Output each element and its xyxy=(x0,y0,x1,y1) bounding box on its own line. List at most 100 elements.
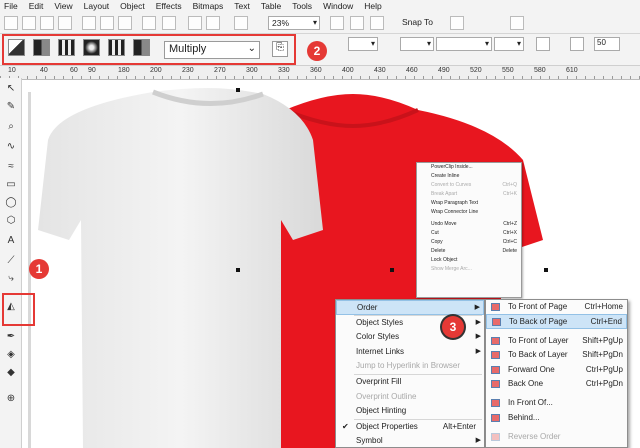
menu-object[interactable]: Object xyxy=(120,1,145,11)
context-menu-item[interactable]: Copy Ctrl+C xyxy=(417,238,521,247)
menu-effects[interactable]: Effects xyxy=(156,1,182,11)
zoom-tool-icon[interactable]: ⌕ xyxy=(4,120,18,134)
redo-icon[interactable] xyxy=(162,16,176,30)
stroke-width-input[interactable]: 50 xyxy=(594,37,620,51)
end-arrowhead-select[interactable] xyxy=(494,37,524,51)
rectangle-tool-icon[interactable]: ▭ xyxy=(4,178,18,192)
selection-handle[interactable] xyxy=(390,268,394,272)
context-menu-item[interactable]: Convert to Curves Ctrl+Q xyxy=(417,181,521,190)
text-tool-icon[interactable]: A xyxy=(4,234,18,248)
standard-toolbar: 23% Snap To xyxy=(0,12,640,34)
shape-tool-icon[interactable]: ✎ xyxy=(4,100,18,114)
connector-tool-icon[interactable]: ⤷ xyxy=(4,272,18,286)
print-icon[interactable] xyxy=(58,16,72,30)
order-to-front-of-page[interactable]: To Front of Page Ctrl+Home xyxy=(486,300,627,314)
undo-icon[interactable] xyxy=(142,16,156,30)
app-launcher-icon[interactable] xyxy=(234,16,248,30)
freehand-tool-icon[interactable]: ∿ xyxy=(4,140,18,154)
context-menu-item-object-properties[interactable]: ✔ Object Properties Alt+Enter xyxy=(336,420,484,435)
pick-tool-icon[interactable]: ↖ xyxy=(4,82,18,96)
horizontal-ruler[interactable]: 10 40 60 90 180 200 230 270 300 330 360 … xyxy=(0,66,640,80)
context-menu-item[interactable]: Wrap Connector Line xyxy=(417,208,521,217)
selection-handle[interactable] xyxy=(544,268,548,272)
ruler-label: 520 xyxy=(470,67,482,74)
forward-one-icon xyxy=(491,365,500,374)
order-to-back-of-page[interactable]: To Back of Page Ctrl+End xyxy=(486,314,627,329)
menu-bitmaps[interactable]: Bitmaps xyxy=(193,1,224,11)
snap-to-dropdown[interactable]: Snap To xyxy=(402,17,433,27)
context-menu-item-object-hinting[interactable]: Object Hinting xyxy=(336,404,484,419)
behind-icon xyxy=(491,413,500,422)
selection-handle[interactable] xyxy=(236,88,240,92)
options-gear-icon[interactable] xyxy=(450,16,464,30)
wrap-text-icon[interactable] xyxy=(536,37,550,51)
menu-help[interactable]: Help xyxy=(364,1,381,11)
menu-edit[interactable]: Edit xyxy=(29,1,44,11)
menu-text[interactable]: Text xyxy=(234,1,250,11)
context-menu-item[interactable]: Show Merge Arc... xyxy=(417,265,521,274)
show-rulers-icon[interactable] xyxy=(350,16,364,30)
new-document-icon[interactable] xyxy=(4,16,18,30)
context-menu-item-overprint-outline[interactable]: Overprint Outline xyxy=(336,390,484,405)
cut-icon[interactable] xyxy=(82,16,96,30)
launch-icon[interactable] xyxy=(510,16,524,30)
ellipse-tool-icon[interactable]: ◯ xyxy=(4,196,18,210)
smart-fill-icon[interactable]: ◆ xyxy=(4,366,18,380)
context-menu-item-overprint-fill[interactable]: Overprint Fill xyxy=(336,375,484,390)
close-path-icon[interactable] xyxy=(570,37,584,51)
context-menu-item[interactable]: Cut Ctrl+X xyxy=(417,229,521,238)
line-style-select[interactable] xyxy=(436,37,492,51)
show-grid-icon[interactable] xyxy=(370,16,384,30)
white-tshirt[interactable] xyxy=(38,88,323,448)
order-reverse-order[interactable]: Reverse Order xyxy=(486,430,627,444)
menu-file[interactable]: File xyxy=(4,1,18,11)
order-to-front-of-layer[interactable]: To Front of Layer Shift+PgUp xyxy=(486,334,627,348)
selection-handle[interactable] xyxy=(236,268,240,272)
context-menu-item-jump-hyperlink[interactable]: Jump to Hyperlink in Browser xyxy=(336,359,484,374)
ruler-label: 550 xyxy=(502,67,514,74)
back-of-layer-icon xyxy=(491,351,500,360)
order-back-one[interactable]: Back One Ctrl+PgDn xyxy=(486,377,627,391)
context-menu-item[interactable]: Lock Object xyxy=(417,256,521,265)
context-menu-item[interactable]: Create Inline xyxy=(417,172,521,181)
context-menu-item-symbol[interactable]: Symbol ▶ xyxy=(336,434,484,448)
context-menu-item-order[interactable]: Order ▶ xyxy=(336,300,484,315)
order-forward-one[interactable]: Forward One Ctrl+PgUp xyxy=(486,363,627,377)
eyedropper-tool-icon[interactable]: ✒ xyxy=(4,330,18,344)
context-menu-item[interactable]: Break Apart Ctrl+K xyxy=(417,190,521,199)
front-of-layer-icon xyxy=(491,336,500,345)
menu-layout[interactable]: Layout xyxy=(84,1,110,11)
export-icon[interactable] xyxy=(206,16,220,30)
context-menu-item-internet-links[interactable]: Internet Links ▶ xyxy=(336,345,484,360)
menu-view[interactable]: View xyxy=(54,1,72,11)
context-menu-item[interactable]: Undo Move Ctrl+Z xyxy=(417,220,521,229)
parallel-dimension-icon[interactable]: ⟋ xyxy=(4,254,18,268)
back-of-page-icon xyxy=(492,318,501,327)
full-screen-icon[interactable] xyxy=(330,16,344,30)
start-arrowhead-select[interactable] xyxy=(400,37,434,51)
import-icon[interactable] xyxy=(188,16,202,30)
add-tool-icon[interactable]: ⊕ xyxy=(4,392,18,406)
step-badge-1: 1 xyxy=(29,259,49,279)
zoom-level-select[interactable]: 23% xyxy=(268,16,320,30)
order-behind[interactable]: Behind... xyxy=(486,411,627,425)
menu-table[interactable]: Table xyxy=(261,1,281,11)
polygon-tool-icon[interactable]: ⬡ xyxy=(4,214,18,228)
artistic-media-icon[interactable]: ≈ xyxy=(4,160,18,174)
context-menu-item[interactable]: Delete Delete xyxy=(417,247,521,256)
menu-tools[interactable]: Tools xyxy=(292,1,312,11)
highlight-box-transparency-options xyxy=(2,34,296,65)
copy-icon[interactable] xyxy=(100,16,114,30)
context-menu-background: PowerClip Inside... Create Inline Conver… xyxy=(416,162,522,298)
interactive-fill-icon[interactable]: ◈ xyxy=(4,348,18,362)
order-to-back-of-layer[interactable]: To Back of Layer Shift+PgDn xyxy=(486,348,627,362)
order-in-front-of[interactable]: In Front Of... xyxy=(486,396,627,410)
context-menu-item[interactable]: PowerClip Inside... xyxy=(417,163,521,172)
highlight-box-transparency-tool xyxy=(2,293,35,326)
menu-window[interactable]: Window xyxy=(323,1,353,11)
save-icon[interactable] xyxy=(40,16,54,30)
context-menu-item[interactable]: Wrap Paragraph Text xyxy=(417,199,521,208)
outline-width-select[interactable] xyxy=(348,37,378,51)
paste-icon[interactable] xyxy=(118,16,132,30)
open-icon[interactable] xyxy=(22,16,36,30)
